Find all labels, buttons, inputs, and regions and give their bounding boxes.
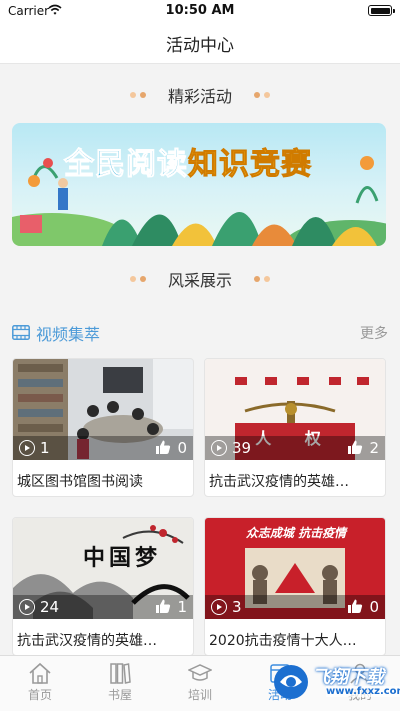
download-site-watermark: 飞翔下载 www.fxxz.com bbox=[272, 660, 400, 706]
page-title: 活动中心 bbox=[166, 36, 234, 56]
activity-banner[interactable]: 全民阅读知识竞赛 bbox=[12, 123, 386, 246]
decorative-dots-right bbox=[254, 276, 270, 282]
more-link[interactable]: 更多 bbox=[360, 323, 388, 343]
tab-training[interactable]: 培训 bbox=[170, 662, 230, 708]
showcase-section-header: 风采展示 bbox=[0, 266, 400, 292]
film-icon bbox=[12, 325, 30, 340]
thumbnail-caption: 众志成城 抗击疫情 bbox=[245, 526, 347, 540]
video-card[interactable]: 众志成城 抗击疫情 3 0 2020抗击疫情十大人… bbox=[204, 517, 386, 656]
video-title: 2020抗击疫情十大人… bbox=[209, 633, 357, 649]
status-bar: Carrier 10:50 AM bbox=[0, 0, 400, 22]
video-card[interactable]: 中国梦 24 1 抗击武汉疫情的英雄… bbox=[12, 517, 194, 656]
watermark-url: www.fxxz.com bbox=[326, 686, 400, 697]
thumbs-up-icon[interactable] bbox=[347, 439, 363, 455]
tab-label: 首页 bbox=[27, 688, 52, 702]
video-title: 城区图书馆图书阅读 bbox=[17, 474, 143, 490]
tab-label: 书屋 bbox=[107, 688, 132, 702]
view-count: 39 bbox=[232, 439, 252, 457]
decorative-dots-right bbox=[254, 92, 270, 98]
view-count: 1 bbox=[40, 439, 50, 457]
like-count: 0 bbox=[369, 598, 379, 616]
thumbs-up-icon[interactable] bbox=[155, 598, 171, 614]
video-title: 抗击武汉疫情的英雄… bbox=[17, 633, 157, 649]
tab-label: 培训 bbox=[187, 688, 212, 702]
decorative-dots-left bbox=[129, 276, 146, 282]
battery-icon bbox=[368, 5, 395, 16]
video-card[interactable]: 人 权 39 2 抗击武汉疫情的英雄… bbox=[204, 358, 386, 497]
thumbs-up-icon[interactable] bbox=[155, 439, 171, 455]
like-count: 0 bbox=[177, 439, 187, 457]
play-count-icon bbox=[211, 440, 227, 456]
video-collection-title: 视频集萃 bbox=[36, 325, 101, 344]
banner-title: 全民阅读知识竞赛 bbox=[64, 139, 312, 183]
activities-section-header: 精彩活动 bbox=[0, 82, 400, 108]
decorative-dots-left bbox=[129, 92, 146, 98]
bookshelf-icon bbox=[110, 663, 131, 684]
video-collection-header: 视频集萃 更多 bbox=[12, 320, 388, 344]
play-count-icon bbox=[211, 599, 227, 615]
thumbnail-caption: 中国梦 bbox=[83, 545, 162, 571]
navigation-bar: 活动中心 bbox=[0, 22, 400, 64]
clock: 10:50 AM bbox=[165, 3, 235, 18]
activities-section-title: 精彩活动 bbox=[167, 87, 232, 106]
showcase-section-title: 风采展示 bbox=[167, 271, 232, 290]
tab-bookshelf[interactable]: 书屋 bbox=[90, 662, 150, 708]
like-count: 1 bbox=[177, 598, 187, 616]
banner-title-part1: 全民阅读 bbox=[64, 147, 188, 183]
view-count: 3 bbox=[232, 598, 242, 616]
graduation-cap-icon bbox=[188, 664, 212, 681]
video-title: 抗击武汉疫情的英雄… bbox=[209, 474, 349, 490]
thumbs-up-icon[interactable] bbox=[347, 598, 363, 614]
view-count: 24 bbox=[40, 598, 60, 616]
watermark-logo bbox=[274, 665, 308, 699]
like-count: 2 bbox=[369, 439, 379, 457]
play-count-icon bbox=[19, 599, 35, 615]
tab-home[interactable]: 首页 bbox=[10, 662, 70, 708]
home-icon bbox=[29, 662, 51, 684]
play-count-icon bbox=[19, 440, 35, 456]
banner-title-part2: 知识竞赛 bbox=[188, 147, 312, 183]
video-card[interactable]: 1 0 城区图书馆图书阅读 bbox=[12, 358, 194, 497]
